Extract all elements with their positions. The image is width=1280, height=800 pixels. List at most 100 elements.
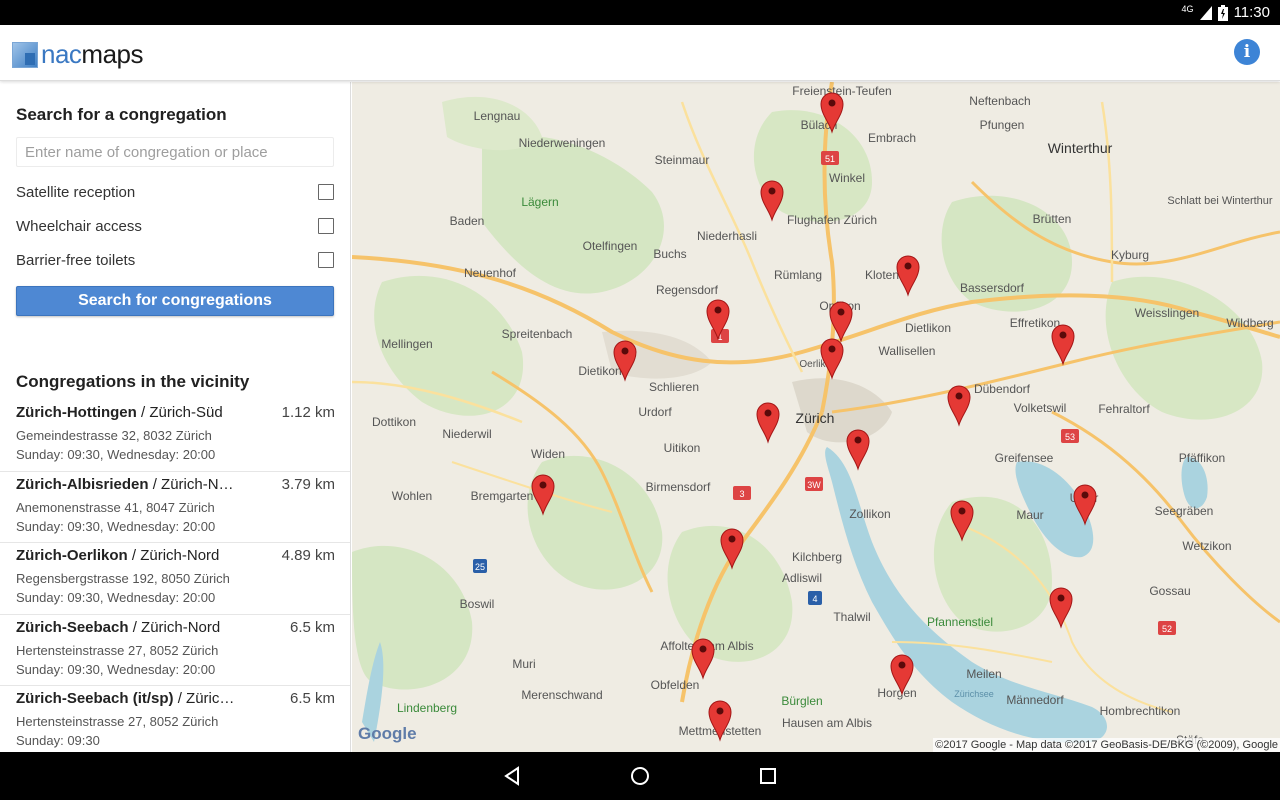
clock: 11:30	[1233, 4, 1270, 21]
place-label: Baden	[450, 214, 485, 228]
schedule: Sunday: 09:30, Wednesday: 20:00	[16, 661, 216, 677]
road-shield: 3	[733, 486, 751, 500]
road-shield: 4	[808, 591, 822, 605]
place-label: Kilchberg	[792, 550, 842, 564]
info-icon: i	[1243, 42, 1251, 62]
option-barrier-free-toilets[interactable]: Barrier-free toilets	[16, 248, 334, 272]
place-label: Freienstein-Teufen	[792, 84, 891, 98]
place-label: Greifensee	[995, 451, 1054, 465]
list-item[interactable]: Zürich-Albisrieden / Zürich-N… 3.79 km An…	[0, 472, 350, 543]
app-bar: nacmaps i	[0, 25, 1280, 81]
place-label: Birmensdorf	[646, 480, 711, 494]
place-label: Mellingen	[381, 337, 432, 351]
map-canvas[interactable]: Freienstein-TeufenNeftenbachLengnauBülac…	[352, 82, 1280, 752]
place-label: Wohlen	[392, 489, 432, 503]
place-label: Urdorf	[638, 405, 672, 419]
option-satellite-reception[interactable]: Satellite reception	[16, 180, 334, 204]
map-attribution: ©2017 Google - Map data ©2017 GeoBasis-D…	[933, 738, 1280, 752]
place-label: Wetzikon	[1182, 539, 1231, 553]
place-label: Lindenberg	[397, 701, 457, 715]
place-label: Lengnau	[474, 109, 521, 123]
place-label: Pfungen	[980, 118, 1025, 132]
place-label: Boswil	[460, 597, 495, 611]
address: Anemonenstrasse 41, 8047 Zürich	[16, 499, 215, 515]
place-label: Winkel	[829, 171, 865, 185]
network-icon: 4G	[1181, 3, 1194, 14]
place-label: Uitikon	[664, 441, 701, 455]
place-label: Steinmaur	[655, 153, 710, 167]
place-label: Seegräben	[1155, 504, 1214, 518]
schedule: Sunday: 09:30	[16, 733, 100, 748]
address: Hertensteinstrasse 27, 8052 Zürich	[16, 714, 219, 729]
place-label: Embrach	[868, 131, 916, 145]
place-label: Niederwil	[442, 427, 491, 441]
place-label: Schlatt bei Winterthur	[1167, 195, 1272, 207]
road-shield-label: 52	[1162, 624, 1172, 634]
distance: 6.5 km	[289, 618, 335, 636]
place-label: Dübendorf	[974, 382, 1031, 396]
place-label: Brütten	[1033, 212, 1072, 226]
place-label: Hombrechtikon	[1100, 704, 1181, 718]
status-bar: 4G 11:30	[0, 0, 1280, 25]
search-sidebar: Search for a congregation Satellite rece…	[0, 82, 351, 752]
place-label: Neftenbach	[969, 94, 1030, 108]
list-item[interactable]: Zürich-Seebach / Zürich-Nord 6.5 km Herte…	[0, 615, 350, 686]
place-label: Widen	[531, 447, 565, 461]
logo-mark-icon	[12, 41, 38, 68]
place-label: Merenschwand	[521, 688, 602, 702]
place-label: Winterthur	[1048, 140, 1113, 156]
place-label: Zollikon	[849, 507, 890, 521]
option-wheelchair-access[interactable]: Wheelchair access	[16, 214, 334, 238]
place-label: Spreitenbach	[502, 327, 573, 341]
toilets-checkbox[interactable]	[318, 252, 334, 268]
distance: 1.12 km	[281, 404, 335, 421]
place-label: Kloten	[865, 268, 899, 282]
schedule: Sunday: 09:30, Wednesday: 20:00	[16, 518, 216, 534]
address: Hertensteinstrasse 27, 8052 Zürich	[16, 642, 219, 658]
google-logo: Google	[358, 724, 417, 743]
road-shield-label: 51	[825, 154, 835, 164]
place-label: Thalwil	[833, 610, 870, 624]
list-item[interactable]: Zürich-Oerlikon / Zürich-Nord 4.89 km Reg…	[0, 543, 350, 615]
place-label: Niederhasli	[697, 229, 757, 243]
schedule: Sunday: 09:30, Wednesday: 20:00	[16, 590, 216, 605]
signal-icon	[1199, 5, 1212, 20]
road-shield-label: 3	[739, 489, 744, 499]
list-item[interactable]: Zürich-Hottingen / Zürich-Süd 1.12 km Gem…	[0, 400, 350, 472]
vicinity-title: Congregations in the vicinity	[16, 372, 250, 391]
search-congregations-button[interactable]: Search for congregations	[16, 286, 334, 316]
place-label: Bremgarten	[471, 489, 534, 503]
congregation-name: Zürich-Hottingen / Zürich-Süd	[16, 404, 223, 421]
home-icon[interactable]	[628, 764, 652, 788]
place-label: Niederweningen	[519, 136, 606, 150]
place-label: Zürich	[796, 410, 835, 426]
place-label: Dietlikon	[905, 321, 951, 335]
wheelchair-checkbox[interactable]	[318, 218, 334, 234]
place-label: Adliswil	[782, 571, 822, 585]
place-label: Maur	[1016, 508, 1043, 522]
back-icon[interactable]	[500, 764, 524, 788]
recents-icon[interactable]	[756, 764, 780, 788]
distance: 4.89 km	[281, 547, 335, 564]
navigation-bar	[0, 752, 1280, 800]
place-label: Kyburg	[1111, 248, 1149, 262]
place-label: Regensdorf	[656, 283, 719, 297]
place-label: Männedorf	[1006, 693, 1064, 707]
place-label: Fehraltorf	[1098, 402, 1150, 416]
info-button[interactable]: i	[1234, 39, 1260, 65]
map-view[interactable]: Freienstein-Teufen Neftenbach Lengnau Bülac…	[352, 82, 1280, 752]
satellite-checkbox[interactable]	[318, 184, 334, 200]
congregation-name: Zürich-Albisrieden / Zürich-N…	[16, 475, 234, 493]
option-label: Wheelchair access	[16, 217, 142, 235]
app-logo: nacmaps	[12, 39, 143, 70]
search-input[interactable]	[16, 137, 334, 167]
list-item[interactable]: Zürich-Seebach (it/sp) / Züric… 6.5 km He…	[0, 686, 350, 752]
place-label: Meilen	[966, 667, 1001, 681]
address: Regensbergstrasse 192, 8050 Zürich	[16, 571, 230, 586]
place-label: Pfäffikon	[1179, 451, 1225, 465]
place-label: Horgen	[877, 686, 916, 700]
congregation-name: Zürich-Seebach (it/sp) / Züric…	[16, 690, 235, 707]
place-label: Volketswil	[1014, 401, 1067, 415]
place-label: Wildberg	[1226, 316, 1273, 330]
congregation-name: Zürich-Seebach / Zürich-Nord	[16, 618, 221, 636]
